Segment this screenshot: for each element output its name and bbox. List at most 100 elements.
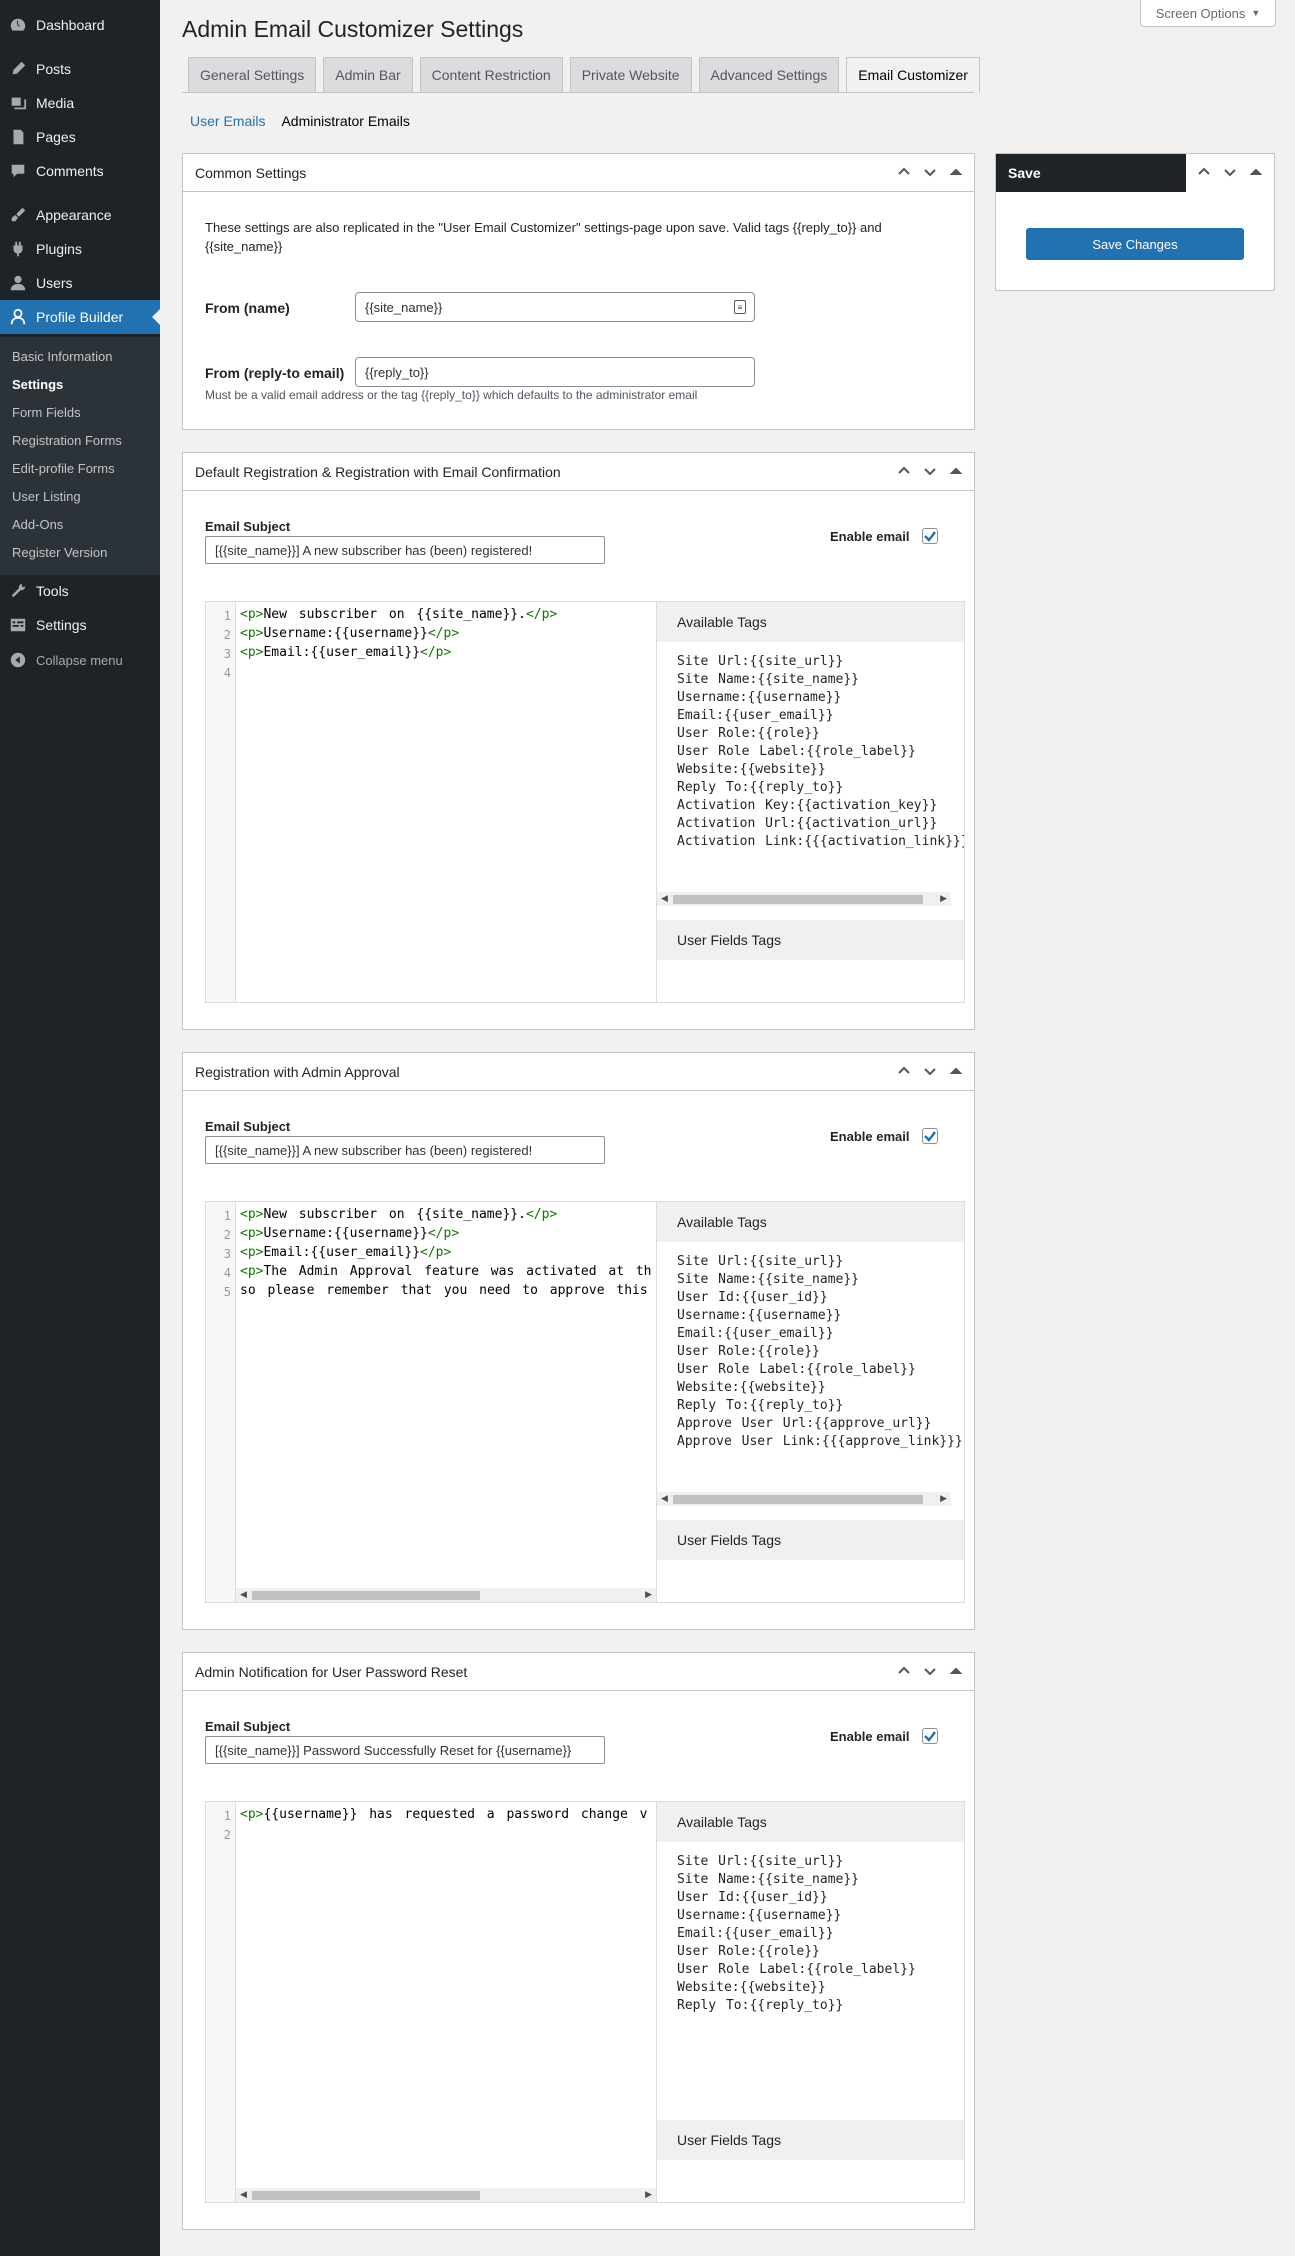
email-section-header[interactable]: Admin Notification for User Password Res… — [183, 1653, 974, 1691]
subtab-administrator-emails[interactable]: Administrator Emails — [281, 113, 409, 129]
move-up-icon[interactable] — [896, 463, 912, 479]
tab-admin-bar[interactable]: Admin Bar — [323, 57, 413, 92]
tag-item[interactable]: User Role:{{role}} — [677, 1344, 820, 1359]
submenu-item-basic-information[interactable]: Basic Information — [12, 349, 112, 364]
scroll-left-icon[interactable]: ◀ — [240, 2189, 247, 2200]
tag-item[interactable]: User Role:{{role}} — [677, 726, 820, 741]
tag-item[interactable]: Approve User Link:{{{approve_link}}} — [677, 1434, 963, 1449]
tab-private-website[interactable]: Private Website — [569, 57, 692, 92]
submenu-item-edit-profile-forms[interactable]: Edit-profile Forms — [12, 461, 115, 476]
enable-email-checkbox[interactable] — [922, 1728, 938, 1744]
collapse-menu-button[interactable]: Collapse menu — [0, 643, 160, 677]
tag-item[interactable]: Site Url:{{site_url}} — [677, 1854, 843, 1869]
tag-item[interactable]: Email:{{user_email}} — [677, 1326, 834, 1341]
tag-item[interactable]: Site Name:{{site_name}} — [677, 1872, 859, 1887]
email-body-editor[interactable]: 1 2 <p>{{username}} has requested a passwo… — [205, 1801, 965, 2203]
scroll-left-icon[interactable]: ◀ — [661, 893, 668, 904]
scroll-right-icon[interactable]: ▶ — [645, 2189, 652, 2200]
toggle-panel-icon[interactable] — [948, 1663, 964, 1679]
scrollbar-thumb[interactable] — [252, 1591, 480, 1600]
reply-to-input[interactable]: {{reply_to}} — [355, 357, 755, 387]
screen-options-button[interactable]: Screen Options ▼ — [1140, 0, 1276, 27]
move-down-icon[interactable] — [922, 463, 938, 479]
tag-item[interactable]: Site Url:{{site_url}} — [677, 654, 843, 669]
enable-email-checkbox[interactable] — [922, 528, 938, 544]
tab-content-restriction[interactable]: Content Restriction — [419, 57, 563, 92]
move-down-icon[interactable] — [922, 1663, 938, 1679]
tag-item[interactable]: Site Name:{{site_name}} — [677, 672, 859, 687]
submenu-item-registration-forms[interactable]: Registration Forms — [12, 433, 122, 448]
sidebar-item-plugins[interactable]: Plugins — [0, 232, 160, 266]
sidebar-item-posts[interactable]: Posts — [0, 52, 160, 86]
tab-advanced-settings[interactable]: Advanced Settings — [698, 57, 840, 92]
move-down-icon[interactable] — [922, 164, 938, 180]
email-subject-input[interactable]: [{{site_name}}] A new subscriber has (be… — [205, 536, 605, 564]
tag-item[interactable]: User Role Label:{{role_label}} — [677, 1962, 916, 1977]
sidebar-item-settings[interactable]: Settings — [0, 608, 160, 642]
tag-item[interactable]: Site Name:{{site_name}} — [677, 1272, 859, 1287]
tag-item[interactable]: Username:{{username}} — [677, 690, 841, 705]
toggle-panel-icon[interactable] — [1248, 164, 1264, 180]
tag-item[interactable]: User Id:{{user_id}} — [677, 1890, 828, 1905]
tag-item[interactable]: User Id:{{user_id}} — [677, 1290, 828, 1305]
submenu-item-user-listing[interactable]: User Listing — [12, 489, 81, 504]
submenu-item-settings[interactable]: Settings — [12, 377, 63, 392]
sidebar-item-profile-builder[interactable]: Profile Builder — [0, 300, 160, 334]
tag-item[interactable]: Activation Url:{{activation_url}} — [677, 816, 937, 831]
sidebar-item-tools[interactable]: Tools — [0, 574, 160, 608]
toggle-panel-icon[interactable] — [948, 1063, 964, 1079]
tag-item[interactable]: Reply To:{{reply_to}} — [677, 780, 843, 795]
scroll-right-icon[interactable]: ▶ — [940, 1493, 947, 1504]
email-section-header[interactable]: Default Registration & Registration with… — [183, 453, 974, 491]
toggle-panel-icon[interactable] — [948, 463, 964, 479]
sidebar-item-media[interactable]: Media — [0, 86, 160, 120]
tag-item[interactable]: User Role Label:{{role_label}} — [677, 744, 916, 759]
sidebar-item-dashboard[interactable]: Dashboard — [0, 8, 160, 42]
move-up-icon[interactable] — [1196, 164, 1212, 180]
toggle-panel-icon[interactable] — [948, 164, 964, 180]
submenu-item-register-version[interactable]: Register Version — [12, 545, 107, 560]
tab-general-settings[interactable]: General Settings — [188, 57, 317, 92]
tag-item[interactable]: Activation Key:{{activation_key}} — [677, 798, 937, 813]
sidebar-item-users[interactable]: Users — [0, 266, 160, 300]
move-down-icon[interactable] — [1222, 164, 1238, 180]
scroll-left-icon[interactable]: ◀ — [661, 1493, 668, 1504]
common-settings-header[interactable]: Common Settings — [183, 154, 974, 192]
subtab-user-emails[interactable]: User Emails — [190, 113, 265, 129]
tag-item[interactable]: Username:{{username}} — [677, 1908, 841, 1923]
from-name-input[interactable]: {{site_name}} ≡ — [355, 292, 755, 322]
tab-email-customizer[interactable]: Email Customizer — [846, 57, 980, 93]
tag-item[interactable]: Username:{{username}} — [677, 1308, 841, 1323]
editor-horizontal-scrollbar[interactable]: ◀ ▶ — [236, 2188, 656, 2202]
email-section-header[interactable]: Registration with Admin Approval — [183, 1053, 974, 1091]
save-changes-button[interactable]: Save Changes — [1026, 228, 1244, 260]
scroll-right-icon[interactable]: ▶ — [940, 893, 947, 904]
tag-item[interactable]: Activation Link:{{{activation_link}}} — [677, 834, 964, 849]
scroll-right-icon[interactable]: ▶ — [645, 1589, 652, 1600]
sidebar-item-comments[interactable]: Comments — [0, 154, 160, 188]
scroll-left-icon[interactable]: ◀ — [240, 1589, 247, 1600]
sidebar-item-pages[interactable]: Pages — [0, 120, 160, 154]
scrollbar-thumb[interactable] — [673, 895, 923, 904]
scrollbar-thumb[interactable] — [673, 1495, 923, 1504]
move-up-icon[interactable] — [896, 1063, 912, 1079]
editor-horizontal-scrollbar[interactable]: ◀ ▶ — [236, 1588, 656, 1602]
move-up-icon[interactable] — [896, 164, 912, 180]
tag-item[interactable]: Reply To:{{reply_to}} — [677, 1998, 843, 2013]
save-header[interactable]: Save — [996, 154, 1274, 192]
tag-item[interactable]: Approve User Url:{{approve_url}} — [677, 1416, 931, 1431]
move-down-icon[interactable] — [922, 1063, 938, 1079]
sidebar-item-appearance[interactable]: Appearance — [0, 198, 160, 232]
tag-item[interactable]: Website:{{website}} — [677, 1980, 826, 1995]
tag-item[interactable]: User Role:{{role}} — [677, 1944, 820, 1959]
tag-item[interactable]: Website:{{website}} — [677, 762, 826, 777]
tag-item[interactable]: Email:{{user_email}} — [677, 708, 834, 723]
tags-horizontal-scrollbar[interactable]: ◀ ▶ — [657, 1492, 951, 1506]
tag-item[interactable]: Reply To:{{reply_to}} — [677, 1398, 843, 1413]
scrollbar-thumb[interactable] — [252, 2191, 480, 2200]
email-body-editor[interactable]: 1 2 3 4 <p>New subscriber on {{site_name}}.<… — [205, 601, 965, 1003]
tag-item[interactable]: Email:{{user_email}} — [677, 1926, 834, 1941]
submenu-item-form-fields[interactable]: Form Fields — [12, 405, 81, 420]
enable-email-checkbox[interactable] — [922, 1128, 938, 1144]
submenu-item-add-ons[interactable]: Add-Ons — [12, 517, 63, 532]
